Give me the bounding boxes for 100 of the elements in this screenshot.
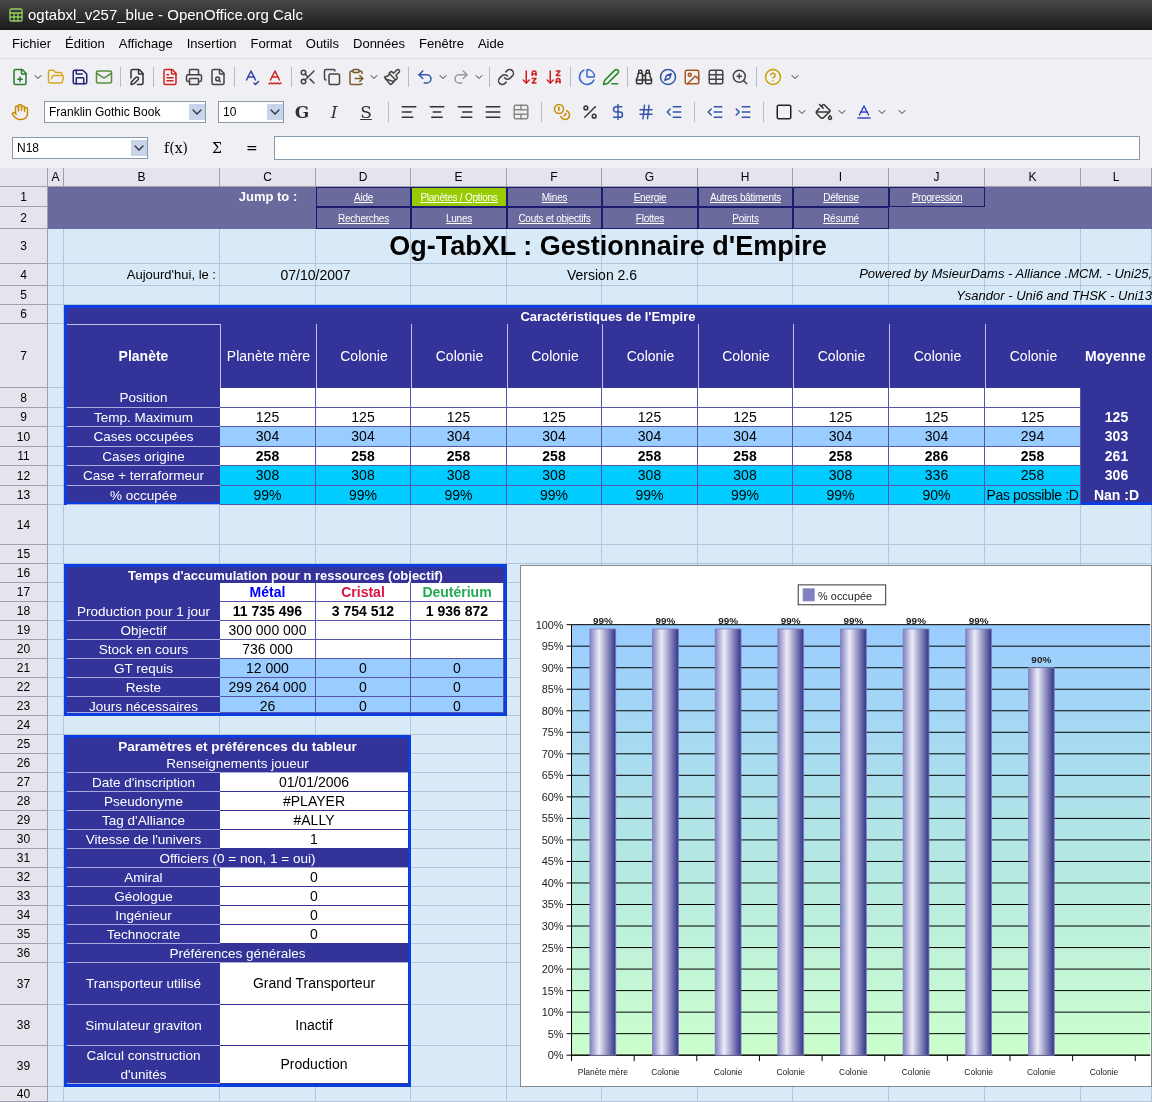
navigation-link[interactable]: Energie bbox=[602, 187, 698, 207]
column-header[interactable]: C bbox=[220, 168, 316, 187]
row-header[interactable]: 17 bbox=[0, 583, 48, 602]
paste-icon bbox=[347, 68, 365, 86]
column-header[interactable]: D bbox=[316, 168, 411, 187]
row-header[interactable]: 29 bbox=[0, 811, 48, 830]
column-header[interactable]: K bbox=[985, 168, 1081, 187]
row-header[interactable]: 16 bbox=[0, 564, 48, 583]
row-header[interactable]: 13 bbox=[0, 486, 48, 505]
row-header[interactable]: 9 bbox=[0, 408, 48, 427]
navigation-link[interactable]: Mines bbox=[507, 187, 602, 207]
row-header[interactable]: 39 bbox=[0, 1046, 48, 1087]
text-style-button[interactable]: I bbox=[320, 99, 348, 124]
row-header[interactable]: 33 bbox=[0, 887, 48, 906]
column-header[interactable]: H bbox=[698, 168, 793, 187]
setting-value[interactable]: Inactif bbox=[220, 1005, 408, 1046]
setting-value[interactable]: 0 bbox=[220, 925, 408, 944]
formula-button[interactable]: Σ bbox=[204, 137, 230, 159]
menu-item[interactable]: Outils bbox=[305, 34, 339, 54]
column-header[interactable]: B bbox=[64, 168, 220, 187]
row-header[interactable]: 36 bbox=[0, 944, 48, 963]
font-name-field[interactable]: Franklin Gothic Book bbox=[44, 100, 206, 123]
row-header[interactable]: 11 bbox=[0, 447, 48, 466]
menu-item[interactable]: Insertion bbox=[186, 34, 237, 54]
row-header[interactable]: 21 bbox=[0, 659, 48, 678]
dropdown-caret-icon[interactable] bbox=[267, 103, 283, 120]
setting-value[interactable]: 1 bbox=[220, 830, 408, 849]
row-header[interactable]: 24 bbox=[0, 716, 48, 735]
navigation-link[interactable]: Aide bbox=[316, 187, 411, 207]
row-header[interactable]: 18 bbox=[0, 602, 48, 621]
row-header[interactable]: 38 bbox=[0, 1005, 48, 1046]
setting-value[interactable]: #ALLY bbox=[220, 811, 408, 830]
row-header[interactable]: 8 bbox=[0, 388, 48, 408]
row-header[interactable]: 3 bbox=[0, 229, 48, 264]
column-header[interactable]: F bbox=[507, 168, 602, 187]
font-size-field[interactable]: 10 bbox=[218, 100, 284, 123]
navigation-link[interactable]: Couts et objectifs bbox=[507, 207, 602, 229]
menu-item[interactable]: Format bbox=[250, 34, 292, 54]
navigation-link[interactable]: Flottes bbox=[602, 207, 698, 229]
setting-value[interactable]: 01/01/2006 bbox=[220, 773, 408, 792]
row-header[interactable]: 10 bbox=[0, 427, 48, 447]
setting-value[interactable]: 0 bbox=[220, 887, 408, 906]
dropdown-caret-icon[interactable] bbox=[131, 140, 147, 156]
menu-item[interactable]: Fichier bbox=[12, 34, 51, 54]
setting-value[interactable]: Production bbox=[220, 1046, 408, 1084]
menu-item[interactable]: Fenêtre bbox=[419, 34, 464, 54]
setting-value[interactable]: 0 bbox=[220, 906, 408, 925]
column-header[interactable]: J bbox=[889, 168, 985, 187]
row-header[interactable]: 23 bbox=[0, 697, 48, 716]
menu-item[interactable]: Données bbox=[353, 34, 406, 54]
row-header[interactable]: 14 bbox=[0, 505, 48, 545]
row-header[interactable]: 28 bbox=[0, 792, 48, 811]
row-header[interactable]: 6 bbox=[0, 305, 48, 324]
column-header[interactable]: I bbox=[793, 168, 889, 187]
setting-value[interactable]: #PLAYER bbox=[220, 792, 408, 811]
formula-button[interactable]: f(x) bbox=[156, 137, 196, 159]
navigation-link[interactable]: Autres bâtiments bbox=[698, 187, 793, 207]
navigation-link[interactable]: Lunes bbox=[411, 207, 507, 229]
row-header[interactable]: 5 bbox=[0, 286, 48, 305]
setting-value[interactable]: 0 bbox=[220, 868, 408, 887]
average-cell-text: 303 bbox=[1103, 427, 1130, 446]
row-header[interactable]: 12 bbox=[0, 466, 48, 486]
column-header[interactable]: G bbox=[602, 168, 698, 187]
navigation-link[interactable]: Points bbox=[698, 207, 793, 229]
row-header[interactable]: 34 bbox=[0, 906, 48, 925]
row-header[interactable]: 4 bbox=[0, 264, 48, 286]
row-header[interactable]: 25 bbox=[0, 735, 48, 754]
navigation-link[interactable]: Progression bbox=[889, 187, 985, 207]
text-style-button[interactable]: S bbox=[352, 99, 380, 124]
name-box[interactable]: N18 bbox=[12, 137, 148, 159]
text-style-button[interactable]: G bbox=[288, 99, 316, 124]
row-header[interactable]: 22 bbox=[0, 678, 48, 697]
row-header[interactable]: 1 bbox=[0, 187, 48, 207]
row-header[interactable]: 19 bbox=[0, 621, 48, 640]
row-header[interactable]: 26 bbox=[0, 754, 48, 773]
formula-button[interactable]: = bbox=[237, 137, 266, 159]
row-header[interactable]: 20 bbox=[0, 640, 48, 659]
y-tick-label: 80% bbox=[541, 704, 564, 717]
row-header[interactable]: 37 bbox=[0, 963, 48, 1005]
row-header[interactable]: 30 bbox=[0, 830, 48, 849]
row-header[interactable]: 31 bbox=[0, 849, 48, 868]
navigation-link[interactable]: Défense bbox=[793, 187, 889, 207]
column-header[interactable]: E bbox=[411, 168, 507, 187]
column-header[interactable]: L bbox=[1081, 168, 1152, 187]
row-header[interactable]: 35 bbox=[0, 925, 48, 944]
formula-input-field[interactable] bbox=[273, 136, 1140, 160]
navigation-link[interactable]: Résumé bbox=[793, 207, 889, 229]
column-header[interactable]: A bbox=[48, 168, 64, 187]
row-header[interactable]: 7 bbox=[0, 324, 48, 388]
row-header[interactable]: 15 bbox=[0, 545, 48, 564]
menu-item[interactable]: Affichage bbox=[118, 34, 173, 54]
row-header[interactable]: 40 bbox=[0, 1087, 48, 1102]
setting-value[interactable]: Grand Transporteur bbox=[220, 963, 408, 1005]
row-header[interactable]: 32 bbox=[0, 868, 48, 887]
dropdown-caret-icon[interactable] bbox=[189, 103, 205, 120]
row-header[interactable]: 27 bbox=[0, 773, 48, 792]
navigation-link[interactable]: Recherches bbox=[316, 207, 411, 229]
menu-item[interactable]: Édition bbox=[65, 34, 105, 54]
menu-item[interactable]: Aide bbox=[477, 34, 504, 54]
row-header[interactable]: 2 bbox=[0, 207, 48, 229]
